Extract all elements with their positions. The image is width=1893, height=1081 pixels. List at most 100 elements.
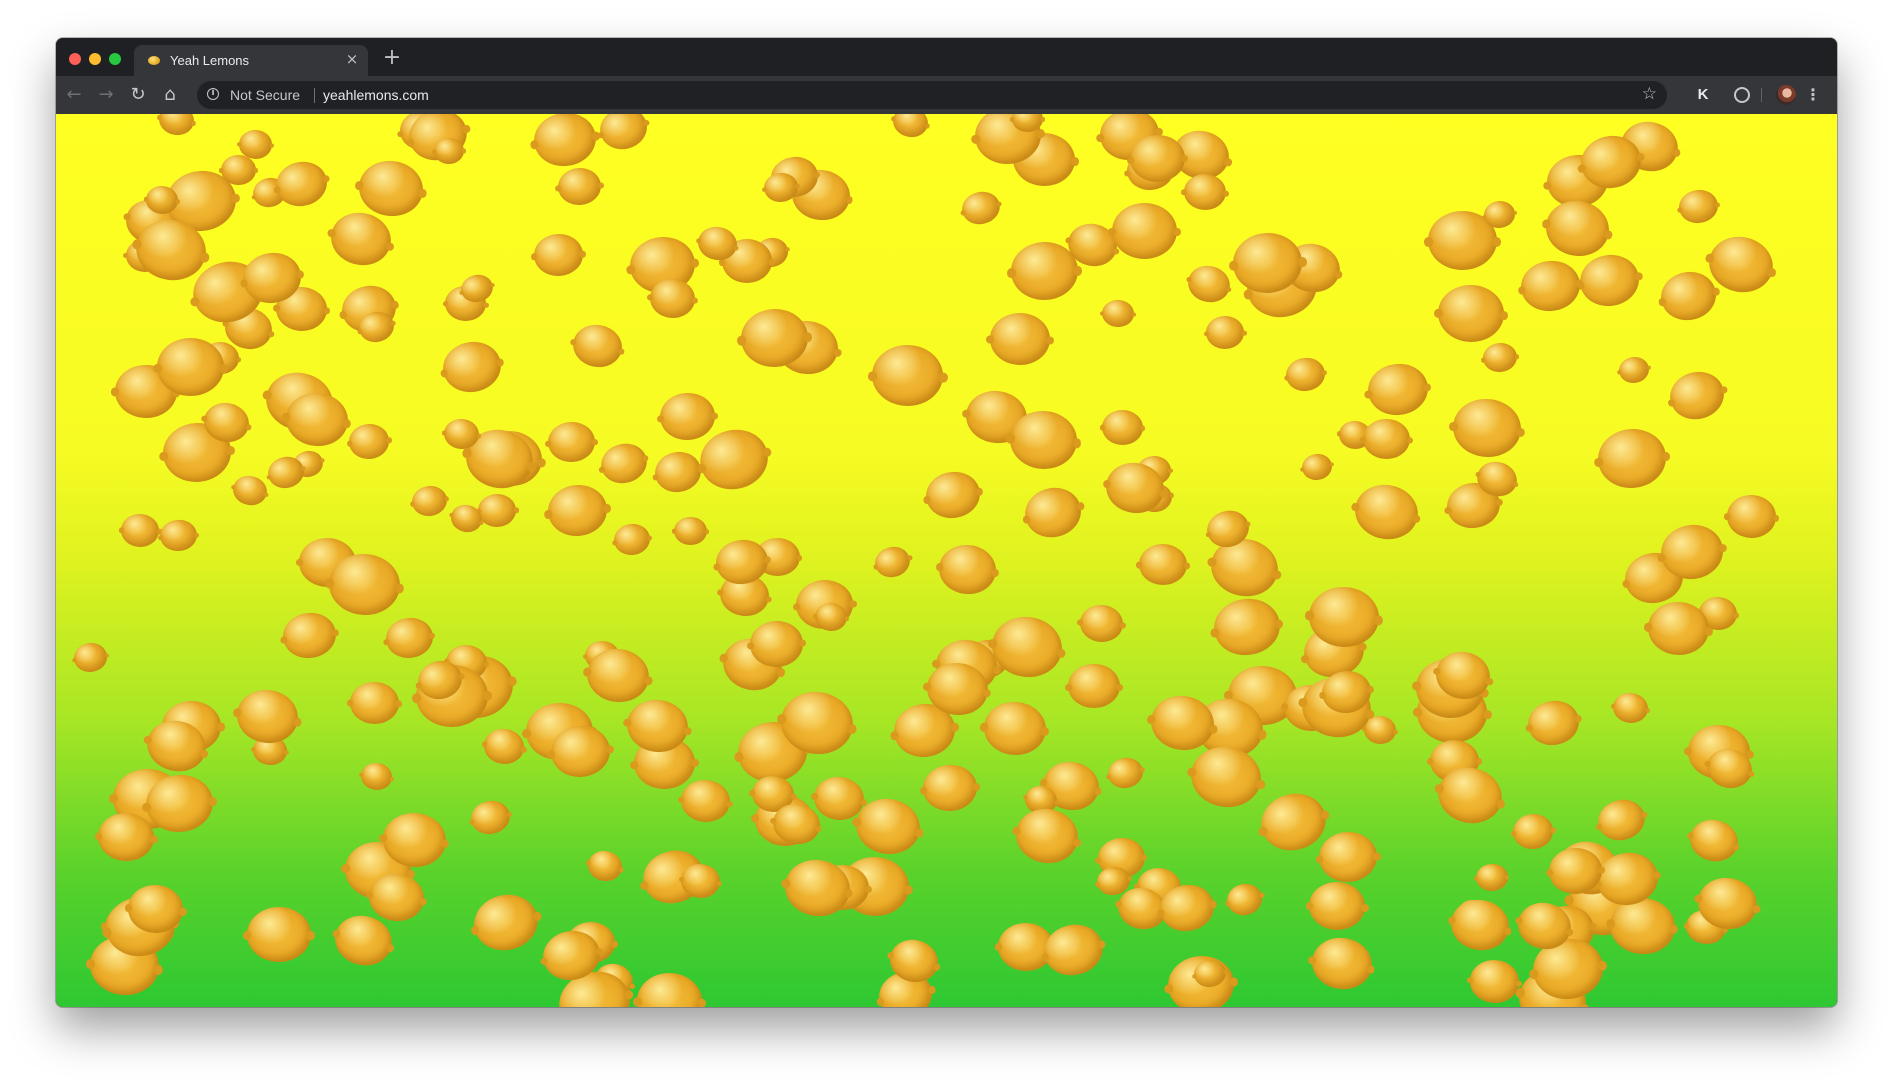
lemon-image xyxy=(347,422,391,461)
lemon-image xyxy=(872,543,915,582)
close-window-button[interactable] xyxy=(69,53,81,65)
lemon-image xyxy=(596,438,651,489)
address-bar[interactable]: i Not Secure yeahlemons.com ☆ xyxy=(197,81,1667,109)
lemon-image xyxy=(1186,741,1266,814)
lemon-image xyxy=(159,518,198,553)
lemon-image xyxy=(1511,812,1555,851)
lemon-image xyxy=(218,155,259,186)
security-label[interactable]: Not Secure xyxy=(230,87,300,103)
reload-button[interactable]: ↻ xyxy=(128,85,148,105)
lemon-image xyxy=(1437,283,1506,344)
lemon-image xyxy=(595,114,652,154)
browser-window: Yeah Lemons × + ← → ↻ ⌂ i Not Secure yea… xyxy=(56,38,1837,1007)
bookmark-star-icon[interactable]: ☆ xyxy=(1642,84,1657,104)
lemon-image xyxy=(533,232,585,278)
lemon-image xyxy=(1008,408,1080,471)
browser-menu-icon[interactable]: ⋮ xyxy=(1805,85,1821,105)
lemon-image xyxy=(1205,316,1245,350)
lemon-image xyxy=(233,685,303,748)
lemon-image xyxy=(1224,879,1266,918)
lemon-image xyxy=(1450,396,1524,461)
forward-button[interactable]: → xyxy=(96,85,116,105)
page-content xyxy=(56,114,1837,1007)
lemon-image xyxy=(1446,895,1513,955)
lemon-image xyxy=(958,187,1003,229)
lemon-image xyxy=(1210,594,1283,660)
lemon-image xyxy=(1362,418,1410,460)
lemon-image xyxy=(279,609,339,662)
lemon-image xyxy=(612,521,653,558)
close-tab-icon[interactable]: × xyxy=(344,51,360,67)
lemon-image xyxy=(1365,360,1431,419)
lemon-icon xyxy=(148,56,160,65)
lemon-image xyxy=(981,699,1048,757)
lemon-image xyxy=(243,906,315,962)
lemon-image xyxy=(1686,815,1743,867)
lemon-image xyxy=(923,468,984,522)
lemon-image xyxy=(230,472,270,508)
minimize-window-button[interactable] xyxy=(89,53,101,65)
lemon-image xyxy=(1350,479,1423,545)
lemon-image xyxy=(890,114,932,140)
toolbar-divider xyxy=(1761,88,1762,102)
url-text[interactable]: yeahlemons.com xyxy=(323,87,429,103)
lemon-image xyxy=(1541,195,1614,261)
lemon-image xyxy=(439,336,506,397)
lemon-image xyxy=(349,682,400,725)
lemon-image xyxy=(383,615,436,662)
lemon-image xyxy=(557,166,603,207)
lemon-image xyxy=(547,421,596,464)
lemon-image xyxy=(1656,266,1721,325)
lemon-image xyxy=(1011,803,1084,868)
lemon-image xyxy=(1308,933,1376,994)
lemon-image xyxy=(569,320,627,372)
lemon-image xyxy=(679,777,732,824)
lemon-image xyxy=(1611,691,1651,726)
lemon-image xyxy=(120,513,160,548)
lemon-image xyxy=(1475,863,1508,892)
lemon-image xyxy=(1317,830,1378,884)
lemon-image xyxy=(749,619,805,668)
lemon-image xyxy=(359,761,395,793)
lemon-image xyxy=(1284,355,1327,394)
lemon-image xyxy=(651,447,705,496)
info-icon[interactable]: i xyxy=(207,88,219,100)
lemon-image xyxy=(636,972,703,1007)
lemon-image xyxy=(1183,261,1233,307)
lemon-image xyxy=(1102,409,1144,446)
new-tab-button[interactable]: + xyxy=(381,47,403,69)
extension-ring-icon[interactable] xyxy=(1732,85,1752,105)
back-button[interactable]: ← xyxy=(64,85,84,105)
lemon-image xyxy=(530,114,600,171)
extension-k-button[interactable]: K xyxy=(1693,85,1713,105)
lemon-image xyxy=(1482,341,1520,375)
lemon-image xyxy=(1616,354,1651,385)
maximize-window-button[interactable] xyxy=(109,53,121,65)
address-divider xyxy=(314,88,315,103)
lemon-image xyxy=(1307,880,1366,932)
lemon-image xyxy=(989,312,1051,366)
lemon-image xyxy=(1593,794,1649,846)
lemon-image xyxy=(1107,202,1182,259)
desktop-backdrop: Yeah Lemons × + ← → ↻ ⌂ i Not Secure yea… xyxy=(0,0,1893,1081)
lemon-image xyxy=(1129,133,1186,183)
lemon-image xyxy=(1078,603,1125,644)
lemon-image xyxy=(153,338,228,396)
profile-avatar[interactable] xyxy=(1776,85,1796,105)
tab-yeah-lemons[interactable]: Yeah Lemons × xyxy=(134,45,368,76)
home-button[interactable]: ⌂ xyxy=(160,85,180,105)
browser-toolbar: ← → ↻ ⌂ i Not Secure yeahlemons.com ☆ K … xyxy=(56,76,1837,114)
lemon-image xyxy=(1576,250,1643,311)
lemon-image xyxy=(673,516,707,546)
lemon-image xyxy=(1595,426,1669,491)
lemon-image xyxy=(1524,697,1583,750)
lemon-image xyxy=(545,482,610,540)
lemon-image xyxy=(468,797,514,838)
lemon-image xyxy=(693,422,775,497)
lemon-image xyxy=(71,640,109,674)
tab-strip: Yeah Lemons × + xyxy=(56,38,1837,76)
lemon-image xyxy=(325,207,397,272)
lemon-image xyxy=(871,344,945,408)
lemon-image xyxy=(1676,187,1720,226)
lemon-image xyxy=(1300,451,1335,483)
